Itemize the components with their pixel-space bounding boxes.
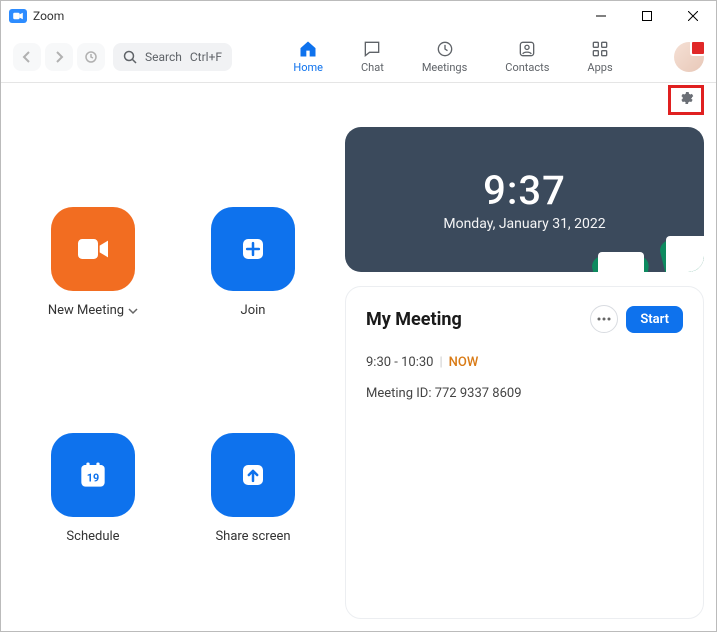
- action-label: Join: [241, 303, 266, 318]
- settings-button[interactable]: [678, 90, 694, 110]
- schedule-button[interactable]: 19: [51, 433, 135, 517]
- tab-chat[interactable]: Chat: [357, 35, 388, 78]
- tab-apps[interactable]: Apps: [583, 35, 616, 78]
- tab-label: Apps: [587, 61, 612, 74]
- clock-date: Monday, January 31, 2022: [443, 216, 605, 232]
- action-label: New Meeting: [48, 303, 124, 318]
- meeting-more-button[interactable]: [590, 305, 618, 333]
- clock-hero: 9:37 Monday, January 31, 2022: [345, 127, 704, 272]
- plant-decoration: [666, 236, 704, 272]
- tab-home[interactable]: Home: [289, 35, 327, 78]
- toolbar: Search Ctrl+F Home Chat Meetings Contact…: [1, 31, 716, 83]
- action-label: Schedule: [66, 529, 119, 544]
- tab-label: Meetings: [422, 61, 467, 74]
- gear-icon: [678, 90, 694, 106]
- share-arrow-icon: [233, 455, 273, 495]
- nav-back-button[interactable]: [13, 43, 41, 71]
- settings-button-highlight: [668, 85, 704, 115]
- svg-text:19: 19: [87, 472, 99, 485]
- titlebar: Zoom: [1, 1, 716, 31]
- upcoming-meeting-card: My Meeting Start 9:30 - 10:30 | NOW Meet…: [345, 286, 704, 619]
- search-placeholder: Search: [145, 50, 182, 64]
- join-button[interactable]: [211, 207, 295, 291]
- chevron-down-icon[interactable]: [128, 306, 138, 316]
- maximize-button[interactable]: [624, 1, 670, 31]
- share-screen-button[interactable]: [211, 433, 295, 517]
- clock-icon: [435, 39, 455, 59]
- ellipsis-icon: [597, 317, 611, 321]
- tab-contacts[interactable]: Contacts: [501, 35, 553, 78]
- content-area: New Meeting Join 19 Schedule Share scree…: [1, 117, 716, 631]
- close-button[interactable]: [670, 1, 716, 31]
- tab-meetings[interactable]: Meetings: [418, 35, 471, 78]
- plant-decoration: [598, 252, 644, 272]
- search-icon: [123, 50, 137, 64]
- window-title: Zoom: [33, 9, 64, 23]
- new-meeting-button[interactable]: [51, 207, 135, 291]
- separator: |: [439, 355, 442, 370]
- chat-icon: [362, 39, 382, 59]
- meeting-time-range: 9:30 - 10:30: [366, 355, 433, 370]
- search-shortcut: Ctrl+F: [190, 50, 222, 64]
- clock-time: 9:37: [483, 167, 566, 214]
- sub-toolbar: [1, 83, 716, 117]
- tab-label: Contacts: [505, 61, 549, 74]
- contacts-icon: [517, 39, 537, 59]
- home-icon: [298, 39, 318, 59]
- start-meeting-button[interactable]: Start: [626, 306, 683, 333]
- zoom-app-icon: [9, 9, 27, 23]
- nav-forward-button[interactable]: [45, 43, 73, 71]
- main-tabs: Home Chat Meetings Contacts Apps: [236, 35, 670, 78]
- nav-history-button[interactable]: [77, 43, 105, 71]
- minimize-button[interactable]: [578, 1, 624, 31]
- tab-label: Home: [293, 61, 323, 74]
- search-box[interactable]: Search Ctrl+F: [113, 43, 232, 71]
- quick-actions: New Meeting Join 19 Schedule Share scree…: [13, 127, 333, 619]
- profile-avatar[interactable]: [674, 42, 704, 72]
- schedule-action: 19 Schedule: [13, 433, 173, 619]
- right-panel: 9:37 Monday, January 31, 2022 My Meeting…: [345, 127, 704, 619]
- new-meeting-action: New Meeting: [13, 207, 173, 393]
- share-screen-action: Share screen: [173, 433, 333, 619]
- plus-icon: [233, 229, 273, 269]
- video-icon: [73, 229, 113, 269]
- meeting-id: Meeting ID: 772 9337 8609: [366, 386, 683, 401]
- apps-icon: [590, 39, 610, 59]
- action-label: Share screen: [215, 529, 290, 544]
- meeting-title: My Meeting: [366, 309, 590, 330]
- tab-label: Chat: [361, 61, 384, 74]
- calendar-icon: 19: [73, 455, 113, 495]
- meeting-now-badge: NOW: [449, 355, 479, 370]
- join-action: Join: [173, 207, 333, 393]
